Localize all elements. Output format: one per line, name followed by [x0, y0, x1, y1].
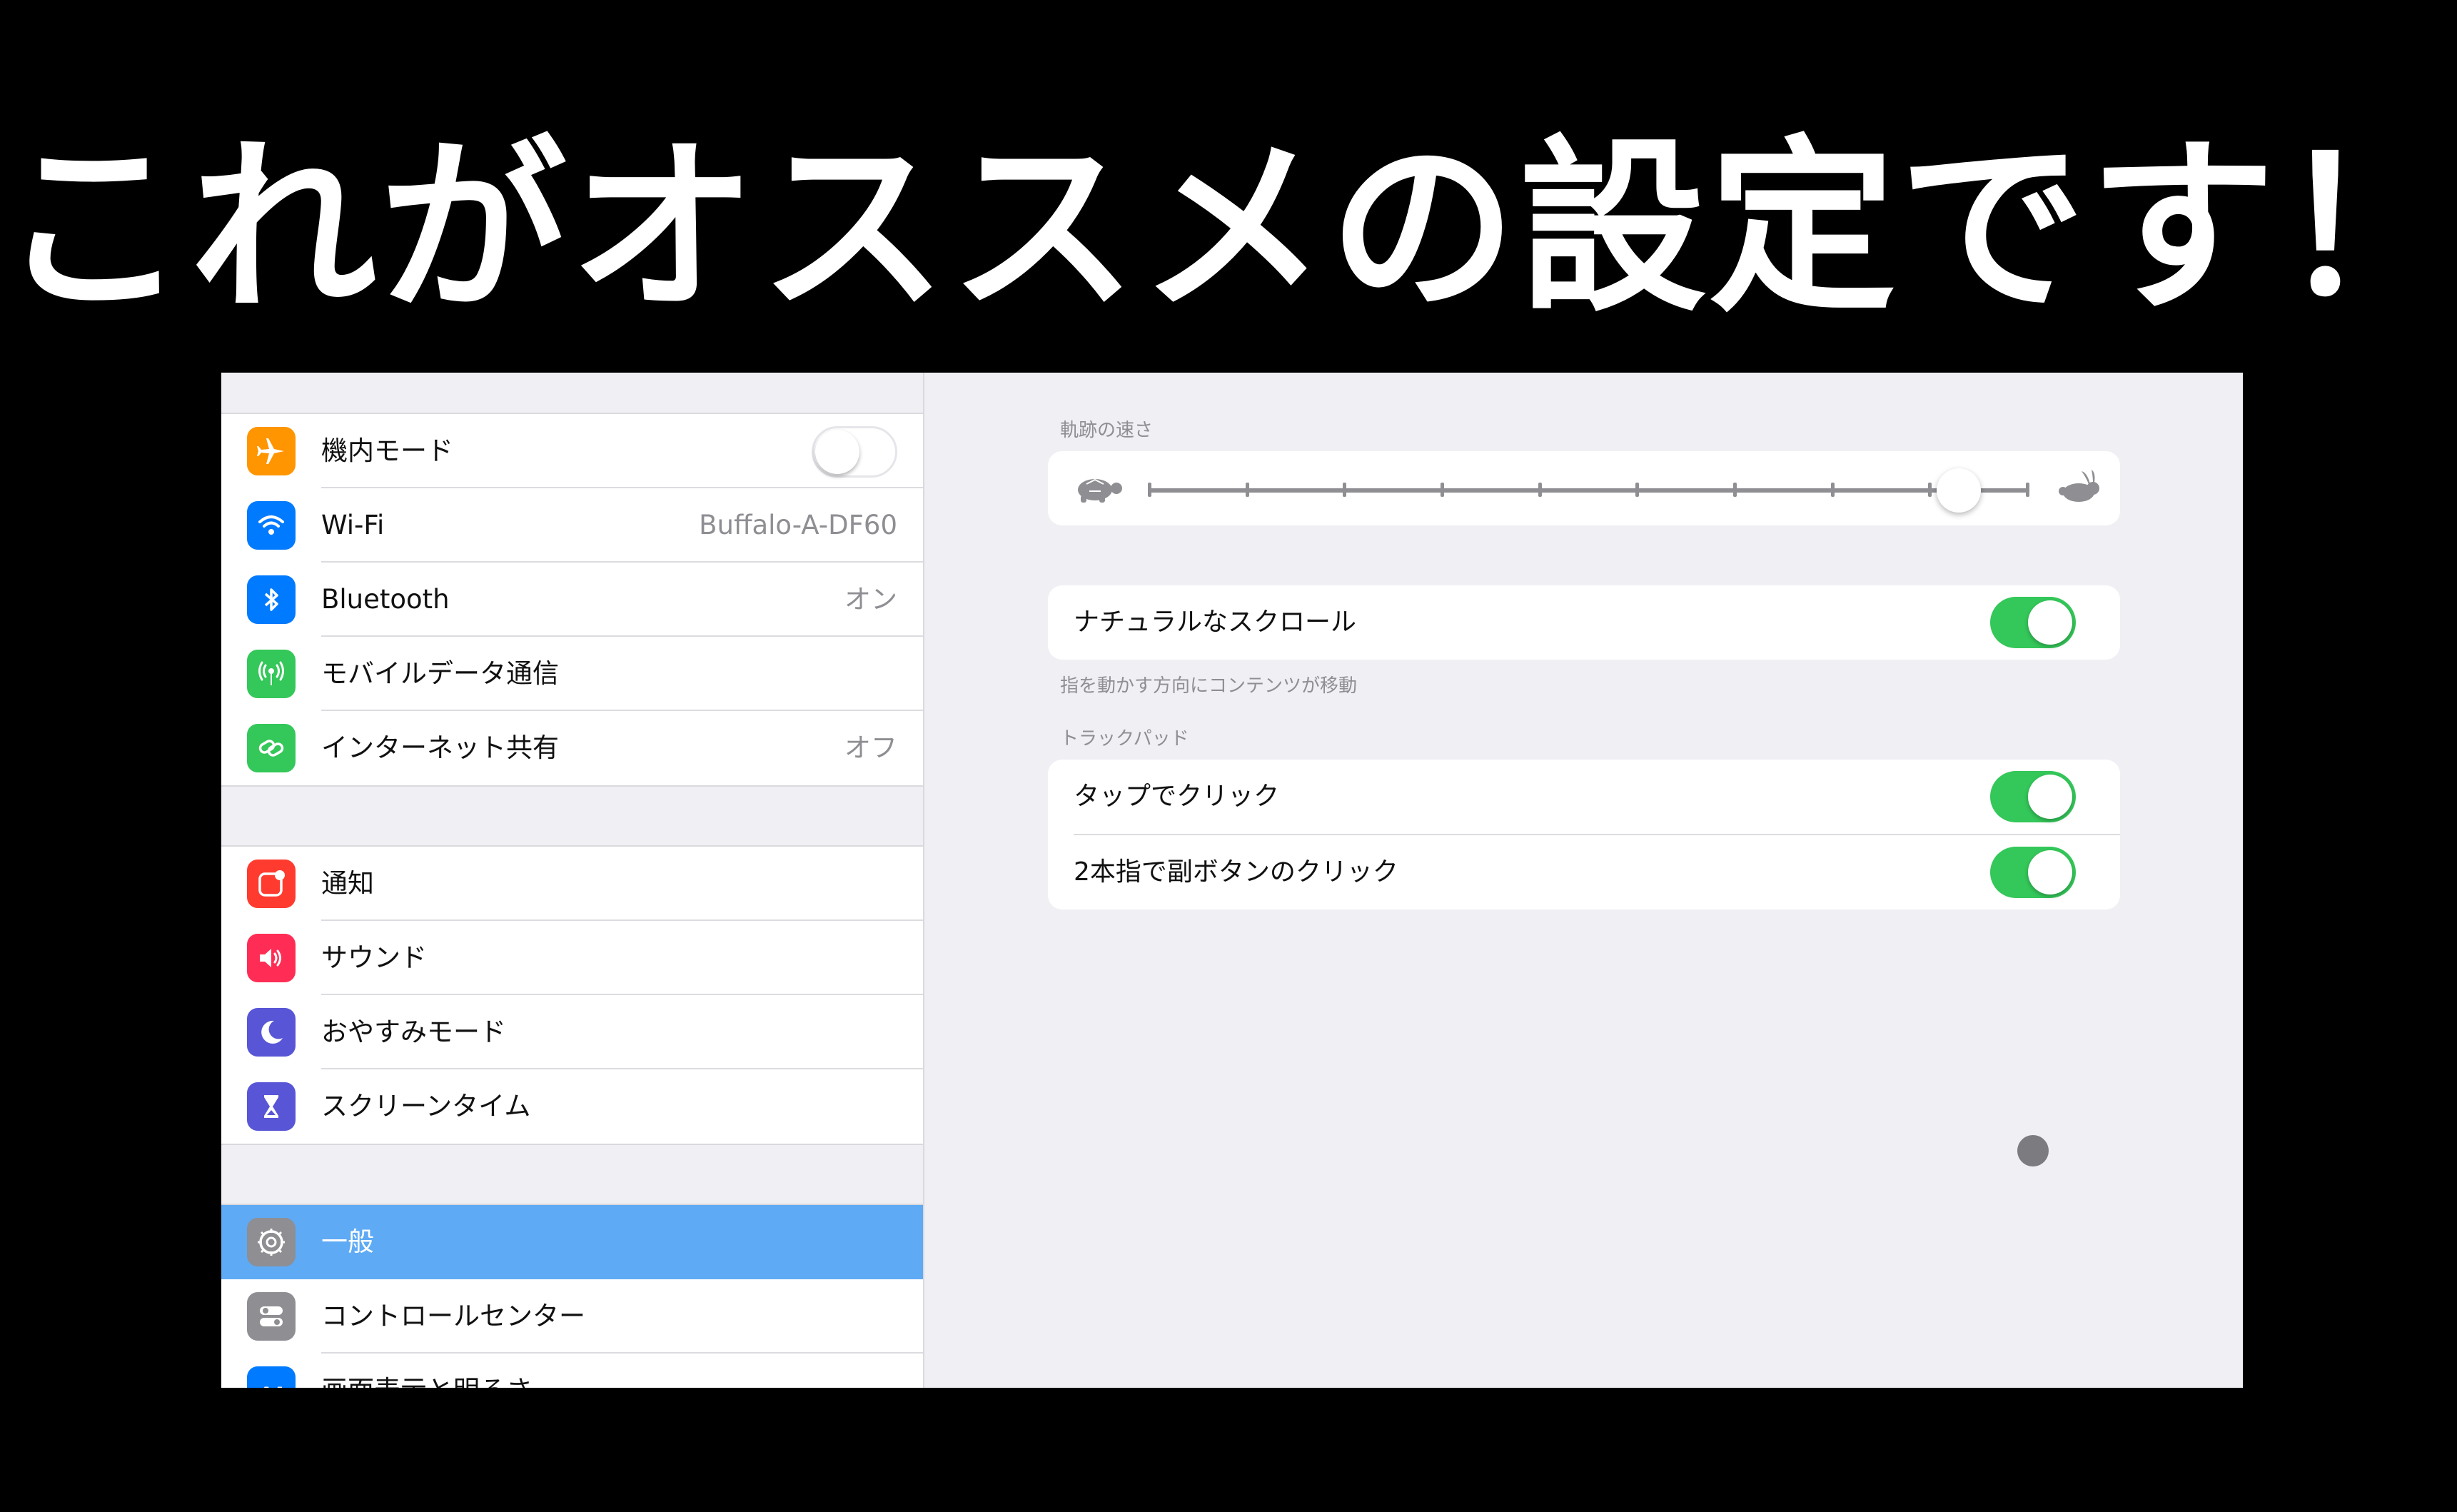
sidebar-item-label: インターネット共有 — [321, 732, 559, 763]
antenna-icon — [247, 650, 296, 698]
sidebar-item[interactable]: Bluetooth オン — [221, 563, 923, 637]
slider-tick — [1830, 483, 1835, 497]
slider-tick — [1733, 483, 1737, 497]
speaker-icon — [247, 934, 296, 982]
sidebar-item-label: スクリーンタイム — [321, 1091, 531, 1122]
natural-scroll-footer: 指を動かす方向にコンテンツが移動 — [1060, 675, 1358, 697]
notifications-icon — [247, 860, 296, 908]
headline-caption: これがオススメの設定です！ — [0, 119, 2457, 337]
sidebar-item-label: Wi-Fi — [321, 510, 385, 540]
two-finger-click-toggle[interactable] — [1990, 847, 2076, 898]
sidebar-item[interactable]: コントロールセンター — [221, 1279, 923, 1354]
airplane-mode-toggle[interactable] — [812, 426, 897, 478]
sidebar-item[interactable]: サウンド — [221, 921, 923, 995]
sidebar-item[interactable]: 通知 — [221, 847, 923, 921]
switches-icon — [247, 1292, 296, 1341]
tap-to-click-toggle[interactable] — [1990, 771, 2076, 822]
slider-tick — [1441, 483, 1444, 497]
sidebar-item[interactable]: Wi-Fi Buffalo-A-DF60 — [221, 488, 923, 563]
rabbit-icon — [2054, 470, 2103, 510]
sidebar-item-label: 一般 — [321, 1226, 374, 1257]
sidebar-item[interactable]: AA 画面表示と明るさ — [221, 1354, 923, 1388]
sidebar-item-value: オン — [844, 584, 897, 615]
slider-tick — [1148, 483, 1151, 497]
sidebar-item-label: サウンド — [321, 942, 427, 973]
sidebar-group-notifications: 通知サウンドおやすみモード スクリーンタイム — [221, 845, 923, 1145]
sidebar-item-label: コントロールセンター — [321, 1301, 585, 1331]
sidebar-item-label: 画面表示と明るさ — [321, 1354, 533, 1388]
airplane-icon — [247, 427, 296, 475]
sidebar-item-value: オフ — [844, 732, 897, 763]
sidebar-item[interactable]: モバイルデータ通信 — [221, 637, 923, 711]
gear-icon — [247, 1218, 296, 1266]
sidebar-item-value: Buffalo-A-DF60 — [699, 510, 897, 540]
sidebar-item[interactable]: スクリーンタイム — [221, 1069, 923, 1144]
natural-scroll-toggle[interactable] — [1990, 597, 2076, 648]
slider-tick — [1538, 483, 1542, 497]
text-size-icon: AA — [247, 1366, 296, 1388]
pointer-cursor — [2017, 1135, 2049, 1166]
trackpad-card: タップでクリック 2本指で副ボタンのクリック — [1048, 760, 2120, 909]
two-finger-click-label: 2本指で副ボタンのクリック — [1074, 857, 1398, 887]
slider-tick — [1245, 483, 1249, 497]
sidebar-group-general: 一般コントロールセンター AA 画面表示と明るさ — [221, 1204, 923, 1388]
wifi-icon — [247, 501, 296, 550]
turtle-icon — [1074, 471, 1125, 508]
tracking-speed-card — [1048, 451, 2120, 525]
hourglass-icon — [247, 1082, 296, 1131]
sidebar-item-label: Bluetooth — [321, 584, 450, 615]
sidebar-item-label: 機内モード — [321, 435, 453, 466]
sidebar-item-label: おやすみモード — [321, 1017, 506, 1047]
sidebar-group-connectivity: 機内モード Wi-Fi Buffalo-A-DF60 Bluetooth オンモバイルデ… — [221, 413, 923, 787]
link-icon — [247, 724, 296, 772]
sidebar-item[interactable]: 一般 — [221, 1205, 923, 1279]
settings-sidebar: 機内モード Wi-Fi Buffalo-A-DF60 Bluetooth オンモバイルデ… — [221, 373, 924, 1388]
sidebar-item[interactable]: インターネット共有 オフ — [221, 711, 923, 785]
sidebar-item[interactable]: おやすみモード — [221, 995, 923, 1069]
tracking-speed-header: 軌跡の速さ — [1060, 420, 1154, 441]
trackpad-section-header: トラックパッド — [1060, 728, 1189, 750]
natural-scroll-label: ナチュラルなスクロール — [1074, 608, 1357, 637]
sidebar-item[interactable]: 機内モード — [221, 414, 923, 488]
svg-text:AA: AA — [260, 1384, 287, 1388]
slider-tick — [1343, 483, 1347, 497]
sidebar-item-label: モバイルデータ通信 — [321, 658, 559, 689]
natural-scroll-card: ナチュラルなスクロール — [1048, 585, 2120, 660]
ipad-settings-screen: 機内モード Wi-Fi Buffalo-A-DF60 Bluetooth オンモバイルデ… — [221, 373, 2243, 1388]
tracking-speed-slider-knob[interactable] — [1937, 468, 1982, 513]
slider-tick — [1635, 483, 1640, 497]
bluetooth-icon — [247, 575, 296, 624]
trackpad-settings-detail: 軌跡の速さ ナチュラルなスクロール 指を動かす方向にコンテンツが移動 トラックパ… — [924, 373, 2243, 1388]
tracking-speed-track — [1148, 488, 2029, 493]
sidebar-item-label: 通知 — [321, 868, 374, 899]
slider-tick — [1928, 483, 1932, 497]
moon-icon — [247, 1008, 296, 1057]
tap-to-click-label: タップでクリック — [1074, 782, 1280, 811]
slider-tick — [2026, 483, 2029, 497]
